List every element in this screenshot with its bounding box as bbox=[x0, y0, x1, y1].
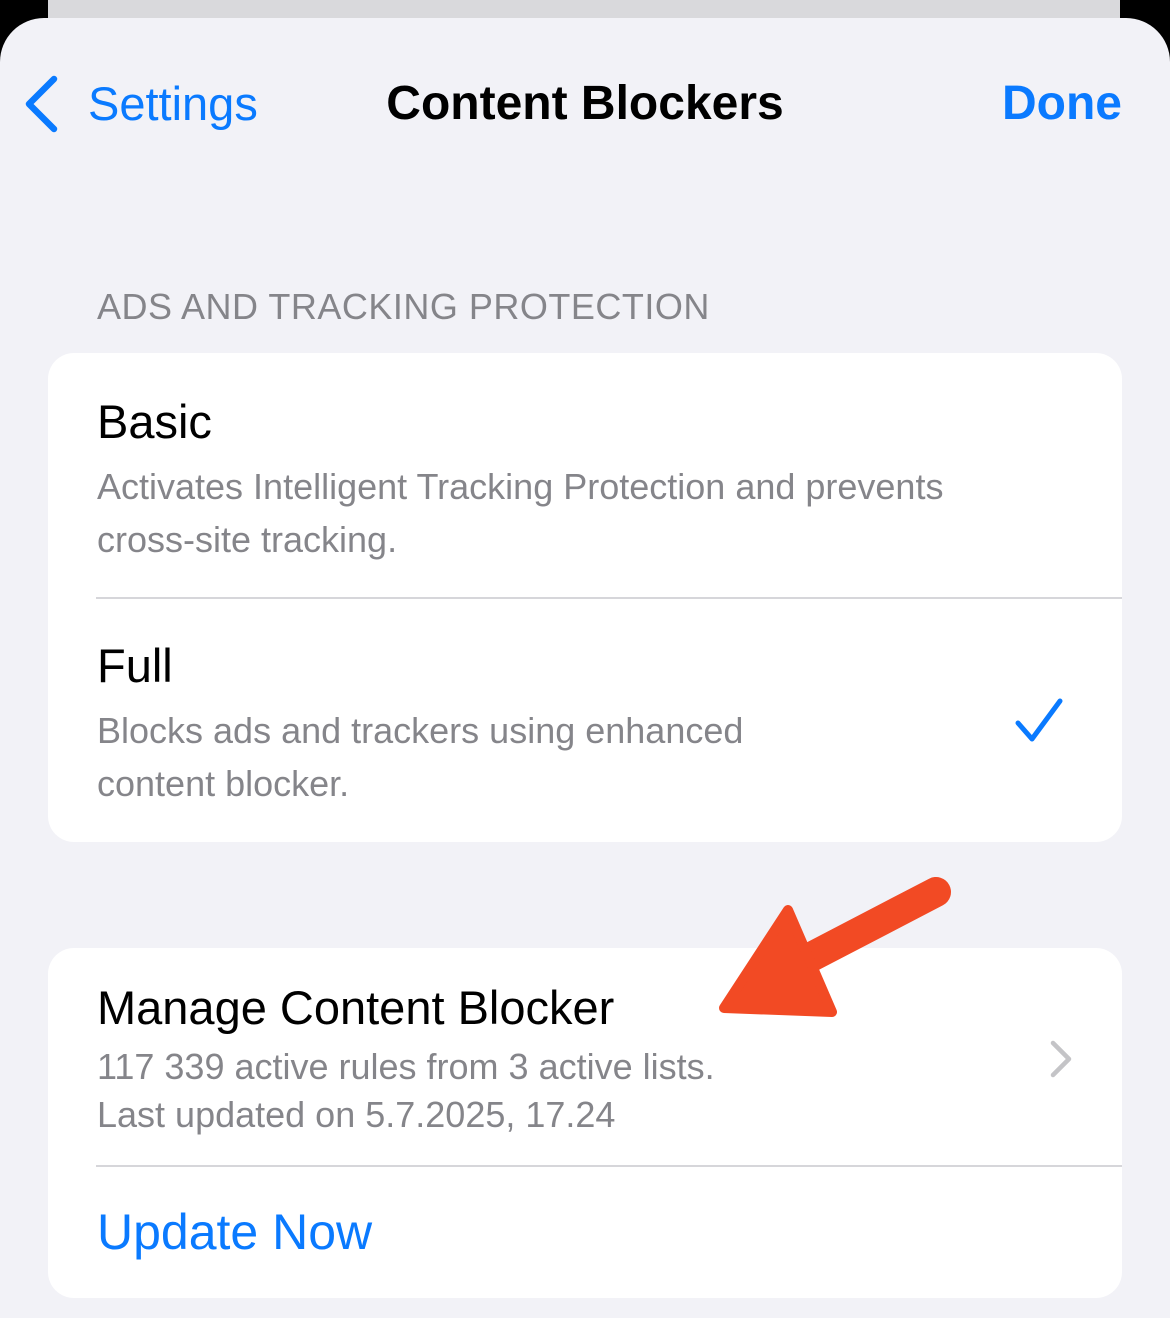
back-button-label: Settings bbox=[88, 77, 258, 130]
chevron-left-icon bbox=[25, 75, 58, 133]
update-now-button[interactable]: Update Now bbox=[97, 1203, 372, 1261]
page-title: Content Blockers bbox=[386, 77, 784, 130]
checkmark-icon bbox=[1015, 698, 1063, 742]
option-full-title: Full bbox=[97, 639, 173, 692]
option-basic-description-line-2: cross-site tracking. bbox=[97, 519, 398, 560]
chevron-right-icon bbox=[1050, 1040, 1072, 1078]
option-basic-description-line-1: Activates Intelligent Tracking Protectio… bbox=[97, 466, 944, 507]
done-button[interactable]: Done bbox=[1002, 72, 1122, 136]
back-button[interactable]: Settings bbox=[24, 72, 258, 136]
option-basic[interactable]: Basic Activates Intelligent Tracking Pro… bbox=[48, 353, 1122, 597]
manage-content-blocker-title: Manage Content Blocker bbox=[97, 981, 615, 1034]
manage-content-blocker-row[interactable]: Manage Content Blocker 117 339 active ru… bbox=[48, 948, 1122, 1165]
content-blockers-sheet: Settings Content Blockers Done ADS AND T… bbox=[0, 18, 1170, 1318]
option-full[interactable]: Full Blocks ads and trackers using enhan… bbox=[48, 599, 1122, 842]
manage-group: Manage Content Blocker 117 339 active ru… bbox=[48, 948, 1122, 1298]
option-basic-title: Basic bbox=[97, 395, 212, 448]
manage-last-updated: Last updated on 5.7.2025, 17.24 bbox=[97, 1094, 616, 1135]
manage-rules-summary: 117 339 active rules from 3 active lists… bbox=[97, 1046, 715, 1087]
protection-options-group: Basic Activates Intelligent Tracking Pro… bbox=[48, 353, 1122, 842]
option-full-description-line-1: Blocks ads and trackers using enhanced bbox=[97, 710, 744, 751]
section-header: ADS AND TRACKING PROTECTION bbox=[97, 286, 710, 327]
update-now-row[interactable]: Update Now bbox=[48, 1167, 1122, 1298]
option-full-description-line-2: content blocker. bbox=[97, 763, 350, 804]
